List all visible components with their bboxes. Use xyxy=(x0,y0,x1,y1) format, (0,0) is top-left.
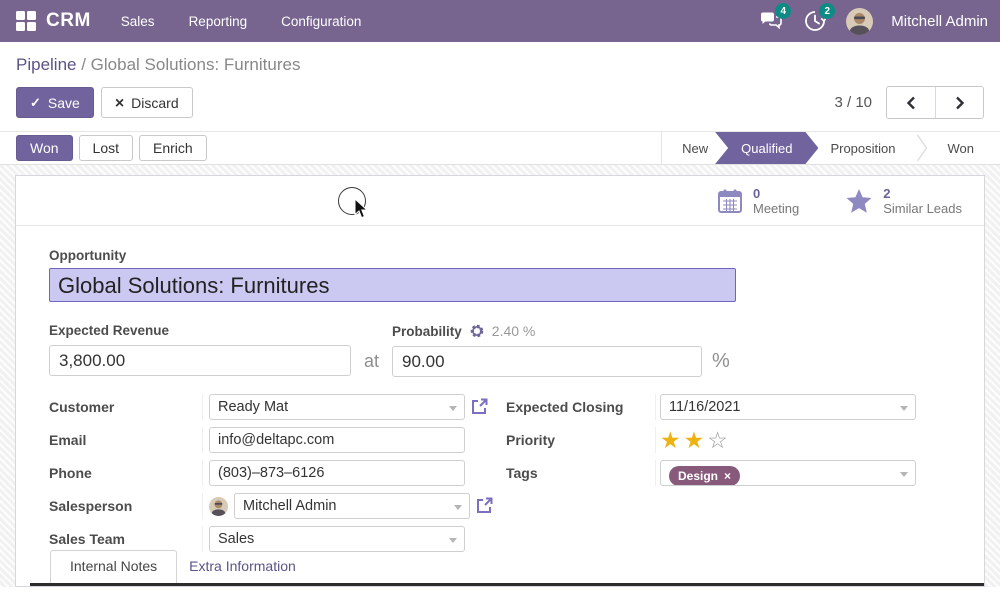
menu-configuration[interactable]: Configuration xyxy=(281,14,361,29)
menu-reporting[interactable]: Reporting xyxy=(189,14,248,29)
probability-input[interactable]: 90.00 xyxy=(392,346,702,377)
expected-revenue-input[interactable]: 3,800.00 xyxy=(49,345,351,376)
check-icon xyxy=(30,94,41,111)
expected-closing-label: Expected Closing xyxy=(506,394,655,420)
form-background: 0 Meeting 2 Similar Leads Opportunity xyxy=(0,165,1000,587)
form-sheet: 0 Meeting 2 Similar Leads Opportunity xyxy=(15,175,985,587)
pager-next-button[interactable] xyxy=(935,87,983,118)
probability-label: Probability xyxy=(392,324,462,339)
app-title[interactable]: CRM xyxy=(46,10,91,32)
breadcrumb-pipeline-link[interactable]: Pipeline xyxy=(16,55,77,74)
tab-extra-information[interactable]: Extra Information xyxy=(177,551,308,583)
tab-internal-notes[interactable]: Internal Notes xyxy=(50,550,177,583)
star-filled-icon[interactable]: ★ xyxy=(684,427,705,453)
enrich-button[interactable]: Enrich xyxy=(139,135,207,161)
won-button[interactable]: Won xyxy=(16,135,73,161)
meeting-stat-button[interactable]: 0 Meeting xyxy=(707,182,809,220)
breadcrumb-current: Global Solutions: Furnitures xyxy=(91,55,301,74)
opportunity-title-input[interactable]: Global Solutions: Furnitures xyxy=(49,268,736,302)
top-navbar: CRM Sales Reporting Configuration 4 2 xyxy=(0,0,1000,42)
notebook-divider xyxy=(30,583,984,586)
pager-count: 3 / 10 xyxy=(834,94,872,111)
lost-button[interactable]: Lost xyxy=(79,135,133,161)
salesperson-external-link-icon[interactable] xyxy=(476,497,493,514)
x-icon xyxy=(115,95,124,111)
user-avatar[interactable] xyxy=(846,8,873,35)
star-icon xyxy=(845,188,873,214)
breadcrumb-separator: / xyxy=(77,55,91,74)
salesperson-select[interactable]: Mitchell Admin xyxy=(234,493,470,519)
stage-new[interactable]: New xyxy=(662,132,728,164)
caret-down-icon xyxy=(449,538,457,543)
sales-team-label: Sales Team xyxy=(49,526,202,552)
priority-stars[interactable]: ★ ★ ☆ xyxy=(660,427,728,453)
tag-design[interactable]: Design× xyxy=(669,466,740,486)
sales-team-select[interactable]: Sales xyxy=(209,526,465,552)
tags-select[interactable]: Design× xyxy=(660,460,916,486)
stage-bar: New Qualified Proposition Won xyxy=(661,132,1000,164)
pager-previous-button[interactable] xyxy=(887,87,935,118)
expected-revenue-label: Expected Revenue xyxy=(49,323,169,338)
expected-closing-input[interactable]: 11/16/2021 xyxy=(660,394,916,420)
customer-select[interactable]: Ready Mat xyxy=(209,394,465,420)
star-filled-icon[interactable]: ★ xyxy=(660,427,681,453)
opportunity-label: Opportunity xyxy=(49,248,951,263)
email-label: Email xyxy=(49,427,202,453)
meeting-count: 0 xyxy=(753,186,799,201)
similar-leads-stat-button[interactable]: 2 Similar Leads xyxy=(835,182,972,220)
customer-external-link-icon[interactable] xyxy=(471,398,488,415)
user-name[interactable]: Mitchell Admin xyxy=(891,13,988,30)
stage-separator-icon xyxy=(916,132,928,164)
breadcrumb: Pipeline / Global Solutions: Furnitures xyxy=(0,42,1000,84)
phone-label: Phone xyxy=(49,460,202,486)
probability-auto-value: 2.40 % xyxy=(492,323,536,339)
caret-down-icon xyxy=(454,505,462,510)
messages-badge: 4 xyxy=(775,3,791,19)
apps-menu-icon[interactable] xyxy=(16,11,36,31)
customer-label: Customer xyxy=(49,394,202,420)
gear-icon[interactable] xyxy=(470,324,484,338)
messages-icon[interactable]: 4 xyxy=(758,8,784,34)
stage-proposition[interactable]: Proposition xyxy=(814,132,915,164)
mouse-cursor xyxy=(354,199,369,219)
caret-down-icon xyxy=(449,406,457,411)
activities-badge: 2 xyxy=(819,3,835,19)
email-input[interactable]: info@deltapc.com xyxy=(209,427,465,453)
chevron-left-icon xyxy=(906,96,916,110)
meeting-label: Meeting xyxy=(753,201,799,216)
save-button[interactable]: Save xyxy=(16,87,94,118)
tags-label: Tags xyxy=(506,460,655,486)
caret-down-icon xyxy=(900,406,908,411)
priority-label: Priority xyxy=(506,427,655,453)
calendar-icon xyxy=(717,188,743,214)
stage-qualified[interactable]: Qualified xyxy=(715,132,818,164)
caret-down-icon xyxy=(900,472,908,477)
menu-sales[interactable]: Sales xyxy=(121,14,155,29)
at-separator: at xyxy=(364,351,379,372)
star-empty-icon[interactable]: ☆ xyxy=(707,427,728,453)
tag-remove-icon[interactable]: × xyxy=(724,468,731,484)
salesperson-avatar xyxy=(209,497,228,516)
discard-button[interactable]: Discard xyxy=(101,87,193,118)
chevron-right-icon xyxy=(955,96,965,110)
phone-input[interactable]: (803)–873–6126 xyxy=(209,460,465,486)
salesperson-label: Salesperson xyxy=(49,493,202,519)
probability-unit: % xyxy=(712,350,730,373)
similar-leads-label: Similar Leads xyxy=(883,201,962,216)
activities-icon[interactable]: 2 xyxy=(802,8,828,34)
similar-leads-count: 2 xyxy=(883,186,962,201)
stage-won[interactable]: Won xyxy=(928,132,1000,164)
